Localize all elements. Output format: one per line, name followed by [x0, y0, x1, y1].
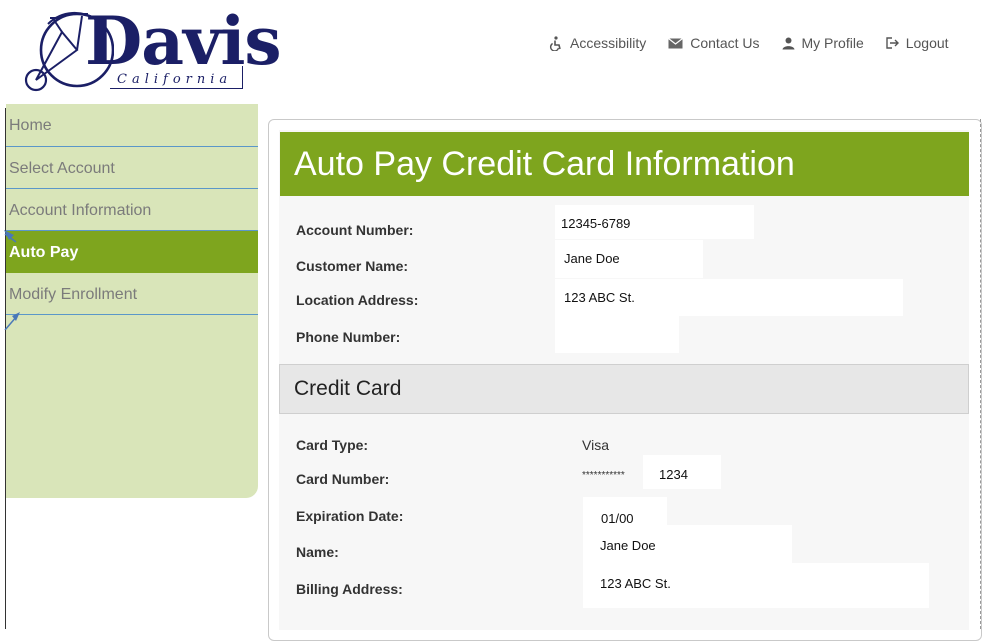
card-number-label: Card Number:	[296, 471, 390, 487]
card-number-last4: 1234	[643, 455, 721, 489]
logout-label: Logout	[905, 35, 949, 51]
card-type-value: Visa	[582, 437, 609, 453]
account-number-value: 12345-6789	[555, 205, 754, 239]
location-address-label: Location Address:	[296, 292, 419, 308]
phone-number-label: Phone Number:	[296, 329, 401, 345]
billing-address-label: Billing Address:	[296, 581, 403, 597]
top-navigation: Accessibility Contact Us My Profile Logo…	[549, 35, 949, 51]
billing-address-value: 123 ABC St.	[583, 563, 929, 608]
contact-us-link[interactable]: Contact Us	[668, 35, 760, 51]
accessibility-link[interactable]: Accessibility	[549, 35, 646, 51]
logo-title: Davis	[85, 2, 282, 80]
contact-us-label: Contact Us	[690, 35, 760, 51]
envelope-icon	[668, 37, 684, 48]
sidebar-item-account-information[interactable]: Account Information	[6, 189, 258, 231]
accessibility-icon	[549, 35, 561, 51]
user-icon	[782, 37, 794, 49]
panel-dashed-edge	[980, 119, 981, 629]
sidebar-item-home[interactable]: Home	[6, 104, 258, 147]
customer-name-label: Customer Name:	[296, 258, 409, 274]
page-title: Auto Pay Credit Card Information	[280, 132, 969, 196]
expiration-date-label: Expiration Date:	[296, 508, 404, 524]
sidebar: Home Select Account Account Information …	[6, 104, 258, 498]
logo-subtitle: California	[117, 72, 233, 87]
account-number-label: Account Number:	[296, 222, 414, 238]
logout-link[interactable]: Logout	[886, 35, 949, 51]
my-profile-label: My Profile	[801, 35, 864, 51]
card-type-label: Card Type:	[296, 437, 369, 453]
phone-number-value	[555, 316, 679, 353]
sidebar-item-modify-enrollment[interactable]: Modify Enrollment	[6, 273, 258, 315]
name-label: Name:	[296, 544, 339, 560]
sidebar-item-auto-pay[interactable]: Auto Pay	[6, 231, 258, 273]
location-address-value: 123 ABC St.	[555, 279, 903, 316]
customer-name-value: Jane Doe	[555, 240, 703, 278]
sidebar-item-select-account[interactable]: Select Account	[6, 147, 258, 189]
davis-logo[interactable]: Davis California	[22, 6, 282, 96]
logout-icon	[886, 37, 899, 49]
accessibility-label: Accessibility	[570, 35, 647, 51]
cardholder-name-value: Jane Doe	[583, 525, 792, 563]
credit-card-heading: Credit Card	[279, 364, 969, 414]
annotation-arrow-icon	[4, 230, 20, 330]
my-profile-link[interactable]: My Profile	[782, 35, 864, 51]
card-number-mask: ***********	[582, 470, 625, 481]
